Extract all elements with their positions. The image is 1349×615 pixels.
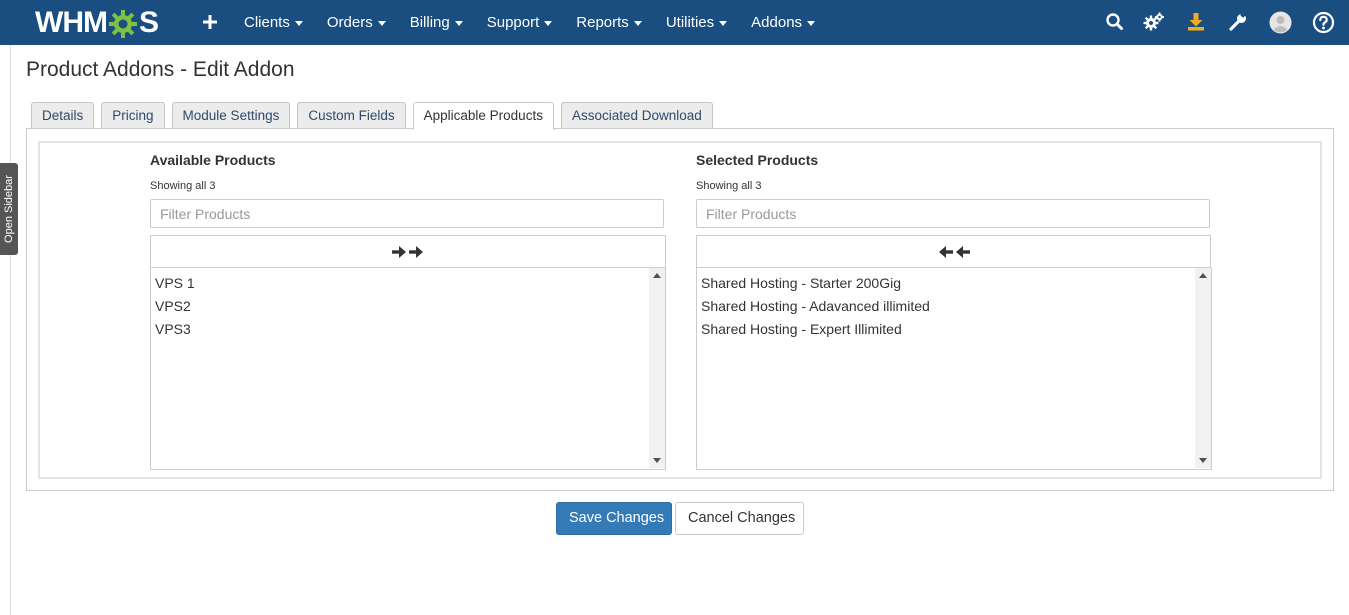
selected-products-list[interactable]: Shared Hosting - Starter 200Gig Shared H… (696, 268, 1212, 470)
selected-products-heading: Selected Products (696, 152, 819, 168)
search-icon[interactable] (1104, 11, 1126, 33)
nav-item-support[interactable]: Support (475, 0, 565, 45)
scroll-up-arrow-icon[interactable] (1199, 273, 1207, 278)
nav-item-orders[interactable]: Orders (315, 0, 398, 45)
list-item[interactable]: Shared Hosting - Expert Illimited (701, 318, 930, 341)
chevron-down-icon (454, 20, 463, 26)
nav-item-utilities[interactable]: Utilities (654, 0, 739, 45)
selected-products-filter-input[interactable] (696, 199, 1210, 228)
tab-applicable-products[interactable]: Applicable Products (412, 102, 554, 130)
double-arrow-right-icon (392, 245, 423, 258)
chevron-down-icon (294, 20, 303, 26)
logo-text-left: WHM (35, 6, 108, 39)
tab-associated-download[interactable]: Associated Download (560, 102, 713, 128)
move-all-to-available-button[interactable] (696, 235, 1211, 268)
chevron-down-icon (377, 20, 386, 26)
nav-item-addons[interactable]: Addons (739, 0, 827, 45)
download-icon[interactable] (1185, 11, 1207, 33)
available-products-count: Showing all 3 (150, 180, 216, 192)
save-changes-button[interactable]: Save Changes (556, 502, 672, 535)
quick-add-plus-icon[interactable] (198, 9, 222, 35)
available-products-filter-input[interactable] (150, 199, 664, 228)
selected-products-count: Showing all 3 (696, 180, 762, 192)
available-products-list[interactable]: VPS 1 VPS2 VPS3 (150, 268, 666, 470)
chevron-down-icon (719, 20, 728, 26)
logo-text-right: S (138, 6, 159, 39)
tab-details[interactable]: Details (31, 102, 95, 128)
dual-list-container: Available Products Showing all 3 VPS 1 V… (38, 141, 1322, 479)
list-item[interactable]: VPS 1 (155, 272, 195, 295)
list-item[interactable]: VPS2 (155, 295, 195, 318)
main-nav-menu: Clients Orders Billing Support Reports U… (232, 0, 827, 45)
tab-panel: Available Products Showing all 3 VPS 1 V… (26, 128, 1334, 491)
scroll-down-arrow-icon[interactable] (653, 458, 661, 463)
double-arrow-left-icon (938, 245, 970, 258)
list-item[interactable]: Shared Hosting - Starter 200Gig (701, 272, 930, 295)
nav-item-clients[interactable]: Clients (232, 0, 315, 45)
tab-custom-fields[interactable]: Custom Fields (297, 102, 406, 128)
gears-icon[interactable] (1143, 11, 1165, 33)
list-item[interactable]: Shared Hosting - Adavanced illimited (701, 295, 930, 318)
help-icon[interactable] (1312, 11, 1335, 34)
scrollbar[interactable] (649, 268, 665, 468)
open-sidebar-button[interactable]: Open Sidebar (0, 163, 18, 255)
available-products-heading: Available Products (150, 152, 276, 168)
list-item[interactable]: VPS3 (155, 318, 195, 341)
chevron-down-icon (633, 20, 642, 26)
cancel-changes-button[interactable]: Cancel Changes (675, 502, 804, 535)
scroll-up-arrow-icon[interactable] (653, 273, 661, 278)
nav-item-billing[interactable]: Billing (398, 0, 475, 45)
tab-bar: Details Pricing Module Settings Custom F… (31, 102, 720, 130)
top-navbar: WHM S Clients Orders Billing Support Rep… (0, 0, 1349, 45)
tab-pricing[interactable]: Pricing (101, 102, 165, 128)
scroll-down-arrow-icon[interactable] (1199, 458, 1207, 463)
whmcs-logo[interactable]: WHM S (35, 6, 159, 39)
page-title: Product Addons - Edit Addon (26, 58, 295, 81)
logo-gear-icon (108, 9, 138, 39)
chevron-down-icon (544, 20, 553, 26)
user-avatar-icon[interactable] (1269, 11, 1292, 34)
chevron-down-icon (807, 20, 816, 26)
move-all-to-selected-button[interactable] (150, 235, 666, 268)
scrollbar[interactable] (1195, 268, 1211, 468)
sidebar-rail (10, 45, 11, 615)
nav-item-reports[interactable]: Reports (564, 0, 654, 45)
wrench-icon[interactable] (1227, 11, 1249, 33)
tab-module-settings[interactable]: Module Settings (171, 102, 291, 128)
